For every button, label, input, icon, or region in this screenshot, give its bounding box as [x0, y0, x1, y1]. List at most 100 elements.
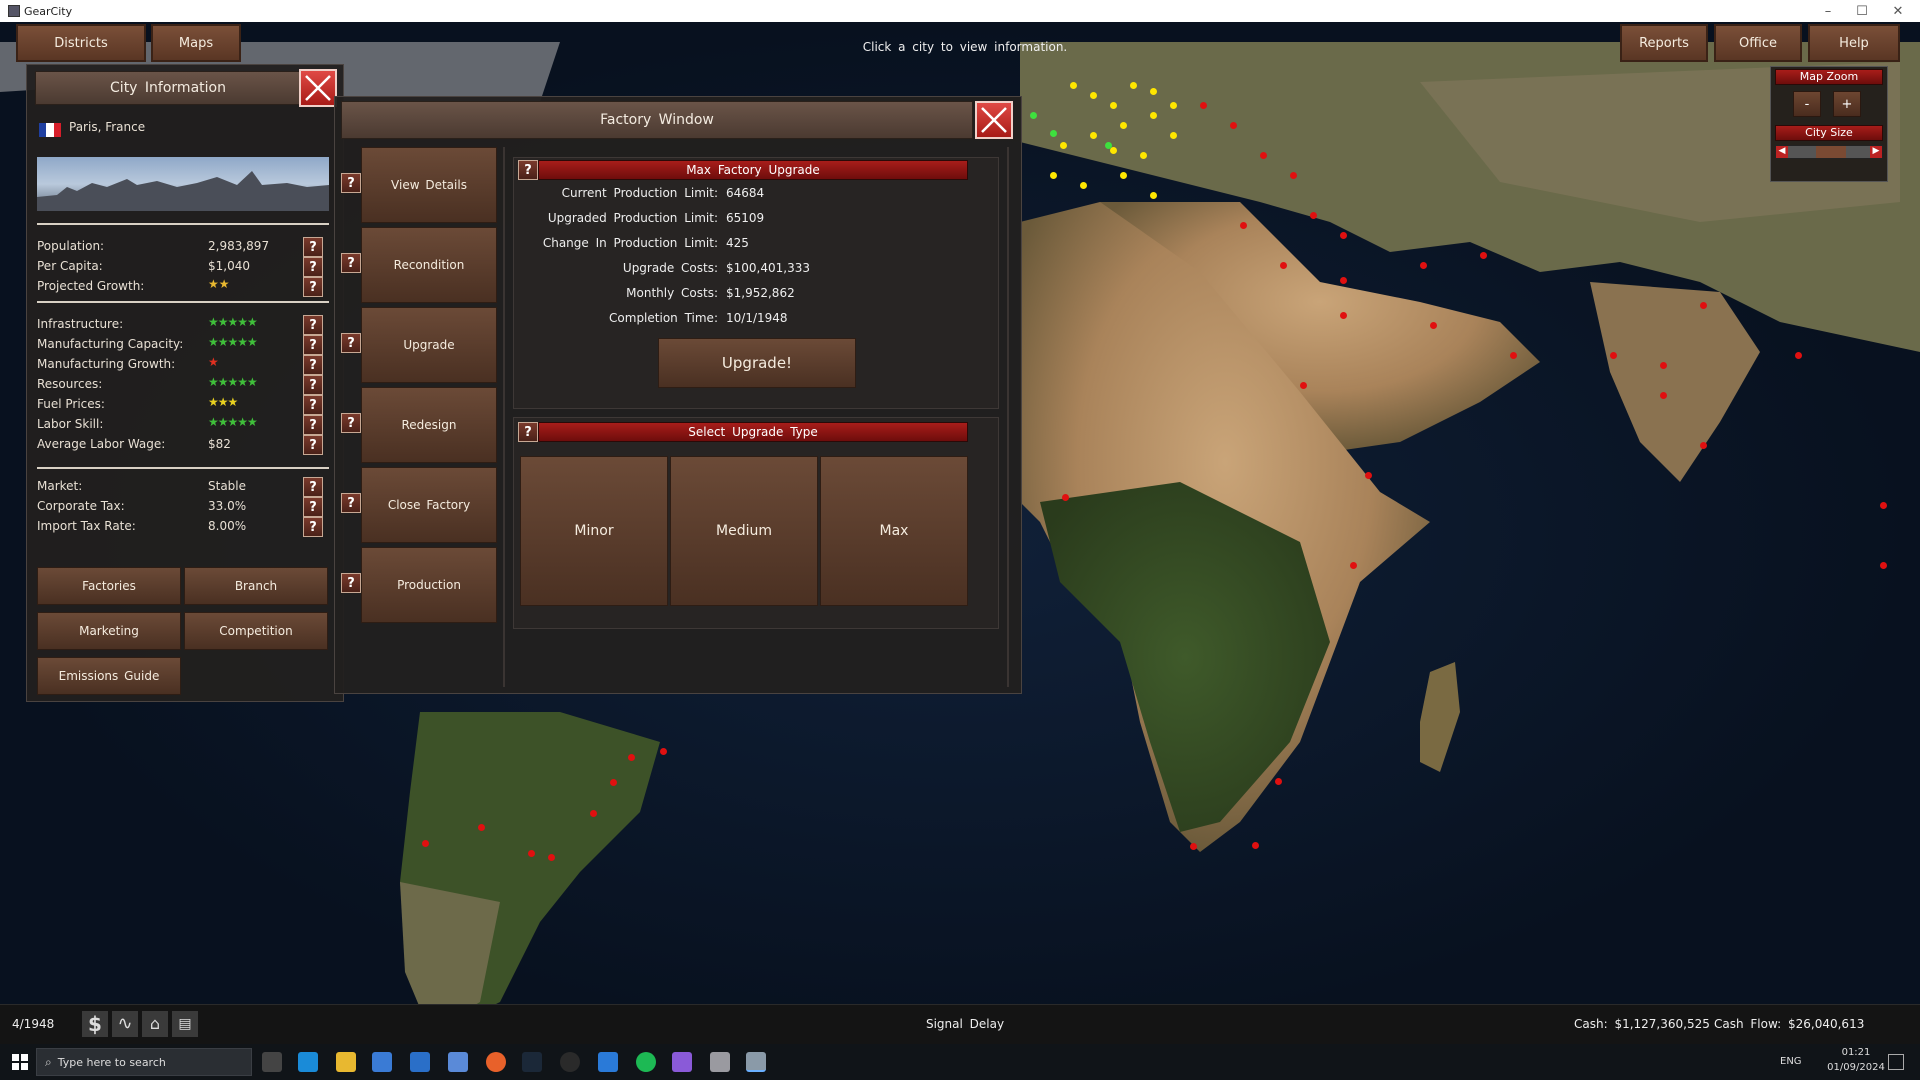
city-marker[interactable] [528, 850, 535, 857]
factory-action-button[interactable]: Production [361, 547, 497, 623]
city-marker[interactable] [1070, 82, 1077, 89]
steam-icon[interactable] [522, 1052, 542, 1072]
city-marker[interactable] [1150, 88, 1157, 95]
help-button[interactable]: ? [303, 355, 323, 375]
help-button[interactable]: ? [303, 375, 323, 395]
task-view-icon[interactable] [262, 1052, 282, 1072]
city-info-close-button[interactable] [299, 69, 337, 107]
city-marker[interactable] [478, 824, 485, 831]
city-marker[interactable] [1060, 142, 1067, 149]
city-marker[interactable] [1062, 494, 1069, 501]
city-marker[interactable] [1880, 562, 1887, 569]
graph-icon[interactable]: ∿ [112, 1011, 138, 1037]
office-button[interactable]: Office [1714, 24, 1802, 62]
help-button[interactable]: ? [303, 257, 323, 277]
help-button[interactable]: Help [1808, 24, 1900, 62]
app-icon[interactable] [448, 1052, 468, 1072]
marketing-button[interactable]: Marketing [37, 612, 181, 650]
factory-action-button[interactable]: Close Factory [361, 467, 497, 543]
factory-window-close-button[interactable] [975, 101, 1013, 139]
gearcity-taskbar-icon[interactable] [746, 1052, 766, 1072]
close-window-button[interactable]: ✕ [1878, 0, 1918, 22]
help-button[interactable]: ? [341, 573, 361, 593]
medium-upgrade-button[interactable]: Medium [670, 456, 818, 606]
max-upgrade-button[interactable]: Max [820, 456, 968, 606]
help-button[interactable]: ? [341, 173, 361, 193]
districts-button[interactable]: Districts [16, 24, 146, 62]
city-marker[interactable] [1275, 778, 1282, 785]
city-marker[interactable] [1340, 232, 1347, 239]
help-button[interactable]: ? [303, 435, 323, 455]
slider-right-arrow-icon[interactable]: ▶ [1870, 146, 1882, 158]
city-marker[interactable] [1290, 172, 1297, 179]
help-button[interactable]: ? [341, 413, 361, 433]
city-marker[interactable] [1350, 562, 1357, 569]
city-marker[interactable] [1880, 502, 1887, 509]
help-button[interactable]: ? [518, 160, 538, 180]
city-marker[interactable] [1660, 362, 1667, 369]
help-button[interactable]: ? [303, 315, 323, 335]
help-button[interactable]: ? [303, 277, 323, 297]
help-button[interactable]: ? [303, 395, 323, 415]
city-marker[interactable] [1240, 222, 1247, 229]
reports-button[interactable]: Reports [1620, 24, 1708, 62]
city-marker[interactable] [1340, 277, 1347, 284]
help-button[interactable]: ? [518, 422, 538, 442]
help-button[interactable]: ? [341, 333, 361, 353]
city-marker[interactable] [548, 854, 555, 861]
city-marker[interactable] [1420, 262, 1427, 269]
minor-upgrade-button[interactable]: Minor [520, 456, 668, 606]
slider-left-arrow-icon[interactable]: ◀ [1776, 146, 1788, 158]
city-marker[interactable] [1150, 192, 1157, 199]
city-marker[interactable] [1140, 152, 1147, 159]
taskbar-search-box[interactable]: ⌕ Type here to search [36, 1048, 252, 1076]
help-button[interactable]: ? [341, 493, 361, 513]
city-size-slider[interactable]: ◀ ▶ [1775, 145, 1883, 159]
city-marker[interactable] [1170, 102, 1177, 109]
vscode-icon[interactable] [598, 1052, 618, 1072]
zoom-in-button[interactable]: + [1833, 91, 1861, 117]
emissions-guide-button[interactable]: Emissions Guide [37, 657, 181, 695]
visual-studio-icon[interactable] [672, 1052, 692, 1072]
factory-action-button[interactable]: Upgrade [361, 307, 497, 383]
city-marker[interactable] [1310, 212, 1317, 219]
dollar-icon[interactable]: $ [82, 1011, 108, 1037]
city-marker[interactable] [1105, 142, 1112, 149]
xbox-icon[interactable] [560, 1052, 580, 1072]
city-marker[interactable] [422, 840, 429, 847]
app-icon[interactable] [710, 1052, 730, 1072]
city-marker[interactable] [1340, 312, 1347, 319]
city-marker[interactable] [1120, 122, 1127, 129]
help-button[interactable]: ? [341, 253, 361, 273]
zoom-out-button[interactable]: - [1793, 91, 1821, 117]
city-marker[interactable] [1130, 82, 1137, 89]
upgrade-button[interactable]: Upgrade! [658, 338, 856, 388]
city-marker[interactable] [1230, 122, 1237, 129]
mail-icon[interactable] [410, 1052, 430, 1072]
branch-button[interactable]: Branch [184, 567, 328, 605]
city-marker[interactable] [1080, 182, 1087, 189]
city-marker[interactable] [610, 779, 617, 786]
factories-button[interactable]: Factories [37, 567, 181, 605]
city-marker[interactable] [1120, 172, 1127, 179]
city-marker[interactable] [1430, 322, 1437, 329]
city-marker[interactable] [1190, 843, 1197, 850]
spotify-icon[interactable] [636, 1052, 656, 1072]
help-button[interactable]: ? [303, 497, 323, 517]
city-marker[interactable] [1110, 147, 1117, 154]
bill-icon[interactable]: ▤ [172, 1011, 198, 1037]
city-marker[interactable] [1300, 382, 1307, 389]
city-marker[interactable] [590, 810, 597, 817]
city-marker[interactable] [1660, 392, 1667, 399]
help-button[interactable]: ? [303, 237, 323, 257]
slider-thumb[interactable] [1816, 146, 1846, 158]
city-marker[interactable] [1150, 112, 1157, 119]
city-marker[interactable] [660, 748, 667, 755]
city-marker[interactable] [1365, 472, 1372, 479]
factory-action-button[interactable]: View Details [361, 147, 497, 223]
maps-button[interactable]: Maps [151, 24, 241, 62]
city-marker[interactable] [1110, 102, 1117, 109]
city-marker[interactable] [1480, 252, 1487, 259]
firefox-icon[interactable] [486, 1052, 506, 1072]
city-marker[interactable] [1610, 352, 1617, 359]
